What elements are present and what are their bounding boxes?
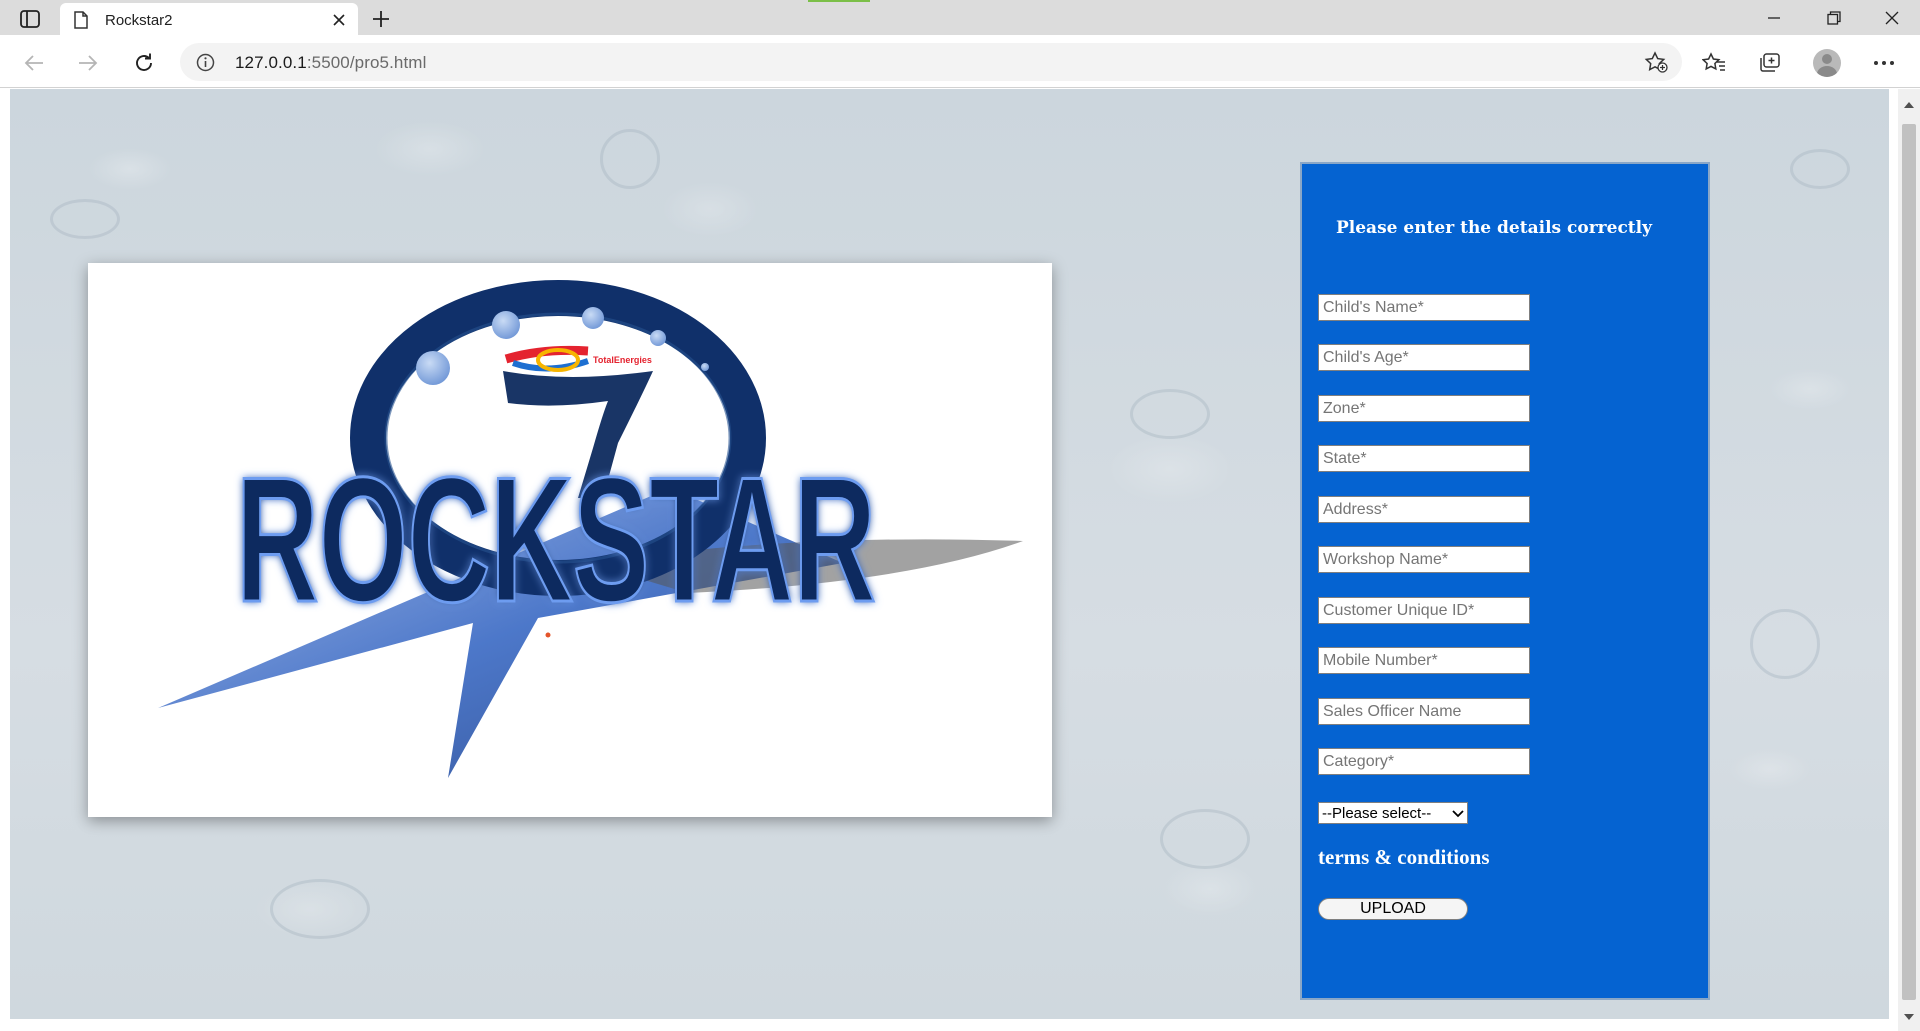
- bubble: [582, 307, 604, 329]
- state-input[interactable]: [1318, 445, 1530, 472]
- logo-card: TotalEnergies ROCKSTAR: [88, 263, 1052, 817]
- address-input[interactable]: [1318, 496, 1530, 523]
- totalenergies-mark: TotalEnergies: [504, 345, 652, 372]
- vertical-scrollbar[interactable]: [1898, 89, 1920, 1031]
- customer-unique-id-input[interactable]: [1318, 597, 1530, 624]
- scroll-thumb[interactable]: [1902, 124, 1916, 1000]
- childs-name-input[interactable]: [1318, 294, 1530, 321]
- close-window-icon[interactable]: [1870, 4, 1914, 32]
- minimize-icon[interactable]: [1752, 4, 1796, 32]
- zone-input[interactable]: [1318, 395, 1530, 422]
- details-form: Please enter the details correctly --Ple…: [1300, 162, 1710, 1000]
- mobile-number-input[interactable]: [1318, 647, 1530, 674]
- profile-avatar[interactable]: [1809, 45, 1845, 81]
- page-viewport: TotalEnergies ROCKSTAR Please enter the …: [0, 89, 1920, 1031]
- bubble: [701, 363, 709, 371]
- url-host: 127.0.0.1: [235, 53, 307, 72]
- chevron-down-icon: [1452, 805, 1464, 822]
- rockstar-wordmark: ROCKSTAR: [236, 440, 876, 639]
- background-doodle: [1160, 809, 1250, 869]
- collections-icon[interactable]: [1752, 45, 1788, 81]
- workshop-name-input[interactable]: [1318, 546, 1530, 573]
- rockstar-logo: TotalEnergies ROCKSTAR: [158, 280, 1023, 778]
- add-favorite-icon[interactable]: [1644, 51, 1668, 78]
- category-select[interactable]: --Please select--: [1318, 802, 1468, 824]
- page-background: TotalEnergies ROCKSTAR Please enter the …: [10, 89, 1889, 1019]
- document-icon: [74, 11, 88, 34]
- horizontal-scroll-track: [0, 1019, 1898, 1031]
- category-input[interactable]: [1318, 748, 1530, 775]
- background-doodle: [1130, 389, 1210, 439]
- terms-link[interactable]: terms & conditions: [1318, 845, 1490, 870]
- back-icon[interactable]: [16, 45, 52, 81]
- loading-indicator: [808, 0, 870, 2]
- tab-actions-icon[interactable]: [12, 6, 48, 32]
- background-doodle: [1750, 609, 1820, 679]
- sponsor-text: TotalEnergies: [593, 355, 652, 365]
- url-path: :5500/pro5.html: [306, 53, 427, 72]
- new-tab-icon[interactable]: [368, 6, 394, 32]
- select-value: --Please select--: [1322, 804, 1432, 822]
- scroll-up-icon[interactable]: [1904, 95, 1914, 113]
- scroll-down-icon[interactable]: [1904, 1007, 1914, 1025]
- tab-strip: Rockstar2: [0, 0, 1920, 37]
- restore-icon[interactable]: [1812, 4, 1856, 32]
- more-options-icon[interactable]: [1866, 45, 1902, 81]
- avatar: [1813, 49, 1841, 77]
- bubble: [416, 351, 450, 385]
- form-heading: Please enter the details correctly: [1336, 218, 1652, 238]
- site-info-icon[interactable]: [196, 53, 215, 77]
- sales-officer-name-input[interactable]: [1318, 698, 1530, 725]
- browser-toolbar: 127.0.0.1:5500/pro5.html: [0, 37, 1920, 88]
- bubble: [492, 311, 520, 339]
- address-bar[interactable]: 127.0.0.1:5500/pro5.html: [180, 43, 1682, 81]
- favorites-icon[interactable]: [1696, 45, 1732, 81]
- forward-icon[interactable]: [70, 45, 106, 81]
- close-tab-icon[interactable]: [330, 11, 348, 29]
- url-text[interactable]: 127.0.0.1:5500/pro5.html: [235, 53, 426, 73]
- background-doodle: [50, 199, 120, 239]
- bubble: [650, 330, 666, 346]
- tab-title: Rockstar2: [105, 12, 173, 29]
- refresh-icon[interactable]: [126, 45, 162, 81]
- browser-tab[interactable]: Rockstar2: [60, 3, 358, 37]
- background-doodle: [600, 129, 660, 189]
- background-doodle: [1790, 149, 1850, 189]
- background-doodle: [270, 879, 370, 939]
- upload-button[interactable]: UPLOAD: [1318, 898, 1468, 920]
- childs-age-input[interactable]: [1318, 344, 1530, 371]
